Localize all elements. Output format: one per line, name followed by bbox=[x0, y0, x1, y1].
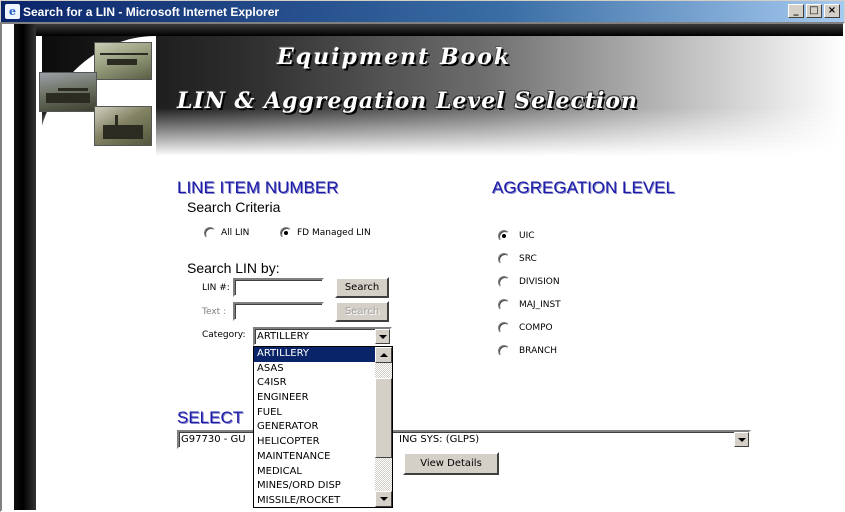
agg-option-branch[interactable]: BRANCH bbox=[498, 345, 557, 357]
agg-option-src[interactable]: SRC bbox=[498, 253, 537, 265]
radio-control[interactable] bbox=[498, 230, 510, 242]
category-options: ARTILLERY ASAS C4ISR ENGINEER FUEL GENERATOR H… bbox=[254, 347, 375, 509]
radio-fd-managed-lin-label: FD Managed LIN bbox=[297, 228, 371, 238]
category-label: Category: bbox=[202, 330, 246, 340]
category-option[interactable]: C4ISR bbox=[254, 376, 375, 391]
text-label: Text : bbox=[202, 307, 227, 317]
window-controls: _ □ × bbox=[788, 4, 840, 18]
page-title: Equipment Book bbox=[277, 44, 512, 70]
search-criteria-label: Search Criteria bbox=[187, 199, 281, 215]
radio-fd-managed-lin-control[interactable] bbox=[280, 227, 292, 239]
scroll-down-icon[interactable] bbox=[375, 491, 392, 507]
radio-label: UIC bbox=[519, 231, 535, 241]
radio-all-lin[interactable]: All LIN bbox=[204, 227, 249, 239]
category-option[interactable]: GENERATOR bbox=[254, 420, 375, 435]
lin-number-input[interactable] bbox=[233, 278, 324, 297]
browser-content-frame: Equipment Book LIN & Aggregation Level S… bbox=[0, 22, 845, 512]
agg-option-compo[interactable]: COMPO bbox=[498, 322, 553, 334]
artillery-photo bbox=[94, 106, 152, 146]
radio-control[interactable] bbox=[498, 345, 510, 357]
category-option[interactable]: ASAS bbox=[254, 362, 375, 377]
lin-section-title: LINE ITEM NUMBER bbox=[177, 178, 339, 197]
lin-number-label: LIN #: bbox=[202, 283, 230, 293]
category-select-value: ARTILLERY bbox=[257, 331, 309, 342]
radio-all-lin-label: All LIN bbox=[221, 228, 250, 238]
category-select[interactable]: ARTILLERY bbox=[253, 327, 392, 346]
chevron-down-icon[interactable] bbox=[734, 432, 749, 447]
agg-option-uic[interactable]: UIC bbox=[498, 230, 535, 242]
text-search-button[interactable]: Search bbox=[335, 301, 389, 322]
radio-control[interactable] bbox=[498, 276, 510, 288]
chevron-down-icon[interactable] bbox=[375, 329, 390, 344]
category-option[interactable]: ARTILLERY bbox=[254, 347, 375, 362]
header-band bbox=[14, 24, 843, 36]
radio-fd-managed-lin[interactable]: FD Managed LIN bbox=[280, 227, 371, 239]
radio-control[interactable] bbox=[498, 322, 510, 334]
category-option[interactable]: MINES/ORD DISP bbox=[254, 479, 375, 494]
page-subtitle: LIN & Aggregation Level Selection bbox=[177, 88, 639, 114]
category-dropdown-list[interactable]: ARTILLERY ASAS C4ISR ENGINEER FUEL GENERATOR H… bbox=[253, 346, 393, 508]
dropdown-scrollbar[interactable] bbox=[375, 347, 392, 507]
category-option[interactable]: HELICOPTER bbox=[254, 435, 375, 450]
select-section-title: SELECT bbox=[177, 408, 244, 427]
text-input[interactable] bbox=[233, 302, 324, 321]
window-title: Search for a LIN - Microsoft Internet Ex… bbox=[23, 4, 280, 19]
search-by-label: Search LIN by: bbox=[187, 260, 280, 276]
radio-control[interactable] bbox=[498, 253, 510, 265]
ie-icon: e bbox=[5, 4, 20, 19]
agg-option-division[interactable]: DIVISION bbox=[498, 276, 560, 288]
radio-label: SRC bbox=[519, 254, 537, 264]
page: Equipment Book LIN & Aggregation Level S… bbox=[2, 24, 843, 510]
category-option[interactable]: MAINTENANCE bbox=[254, 450, 375, 465]
category-option[interactable]: MISSILE/ROCKET bbox=[254, 494, 375, 509]
radio-label: MAJ_INST bbox=[519, 300, 561, 310]
search-button[interactable]: Search bbox=[335, 277, 389, 298]
scrollbar-thumb[interactable] bbox=[375, 378, 392, 458]
scroll-up-icon[interactable] bbox=[375, 347, 392, 363]
agg-option-maj-inst[interactable]: MAJ_INST bbox=[498, 299, 561, 311]
tank-photo bbox=[39, 72, 97, 112]
category-option[interactable]: MEDICAL bbox=[254, 465, 375, 480]
window-titlebar: e Search for a LIN - Microsoft Internet … bbox=[0, 0, 845, 22]
close-button[interactable]: × bbox=[824, 4, 840, 18]
radio-control[interactable] bbox=[498, 299, 510, 311]
view-details-button[interactable]: View Details bbox=[403, 452, 499, 475]
category-option[interactable]: ENGINEER bbox=[254, 391, 375, 406]
maximize-button[interactable]: □ bbox=[806, 4, 822, 18]
radio-all-lin-control[interactable] bbox=[204, 227, 216, 239]
helicopter-photo bbox=[94, 42, 152, 80]
radio-label: DIVISION bbox=[519, 277, 560, 287]
lin-select-value-left: G97730 - GU bbox=[181, 434, 246, 445]
category-option[interactable]: FUEL bbox=[254, 406, 375, 421]
minimize-button[interactable]: _ bbox=[788, 4, 804, 18]
agg-section-title: AGGREGATION LEVEL bbox=[492, 178, 675, 197]
radio-label: BRANCH bbox=[519, 346, 558, 356]
lin-select-value-right: ING SYS: (GLPS) bbox=[399, 434, 480, 445]
left-stripe bbox=[14, 24, 36, 510]
radio-label: COMPO bbox=[519, 323, 553, 333]
